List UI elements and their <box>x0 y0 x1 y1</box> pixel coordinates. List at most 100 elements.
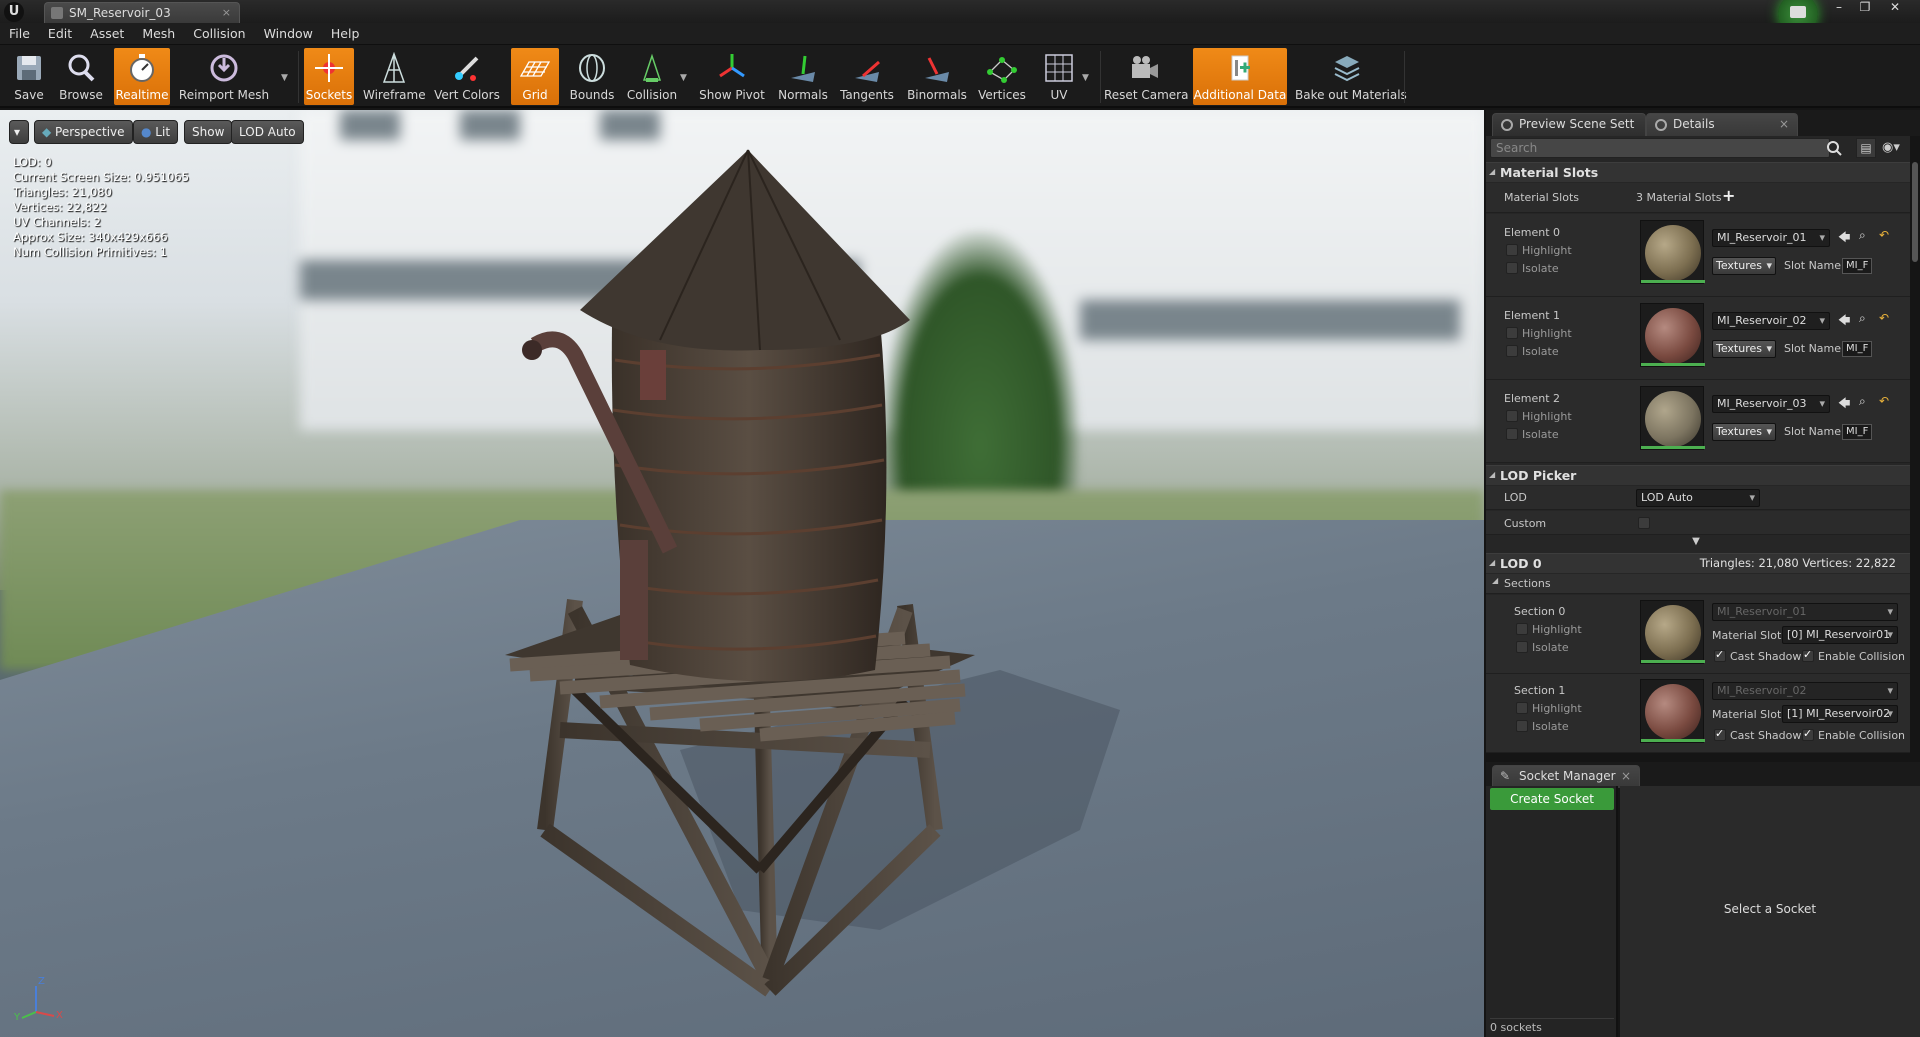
highlight-checkbox[interactable] <box>1506 244 1518 256</box>
normals-button[interactable]: Normals <box>775 48 831 105</box>
lod0-header[interactable]: LOD 0Triangles: 21,080 Vertices: 22,822 <box>1486 553 1910 573</box>
tab-socket-manager[interactable]: ✎ Socket Manager × <box>1492 765 1640 788</box>
highlight-checkbox[interactable] <box>1506 327 1518 339</box>
textures-dropdown[interactable]: Textures <box>1712 423 1776 441</box>
document-tab[interactable]: SM_Reservoir_03 × <box>44 2 240 23</box>
additional-data-button[interactable]: Additional Data <box>1193 48 1287 105</box>
material-thumbnail[interactable] <box>1640 303 1705 367</box>
textures-dropdown[interactable]: Textures <box>1712 340 1776 358</box>
isolate-checkbox[interactable] <box>1506 262 1518 274</box>
show-pivot-button[interactable]: Show Pivot <box>697 48 767 105</box>
material-combo[interactable]: MI_Reservoir_02 <box>1712 312 1830 330</box>
reset-camera-button[interactable]: Reset Camera <box>1104 48 1188 105</box>
search-icon <box>1827 141 1842 156</box>
isolate-checkbox[interactable] <box>1506 345 1518 357</box>
reset-to-default-icon[interactable]: ↶ <box>1879 394 1889 408</box>
section-material-thumbnail[interactable] <box>1640 600 1705 664</box>
bake-out-materials-button[interactable]: Bake out Materials <box>1295 48 1407 105</box>
add-material-slot-button[interactable]: + <box>1722 186 1735 205</box>
highlight-checkbox[interactable] <box>1516 623 1528 635</box>
save-button[interactable]: Save <box>6 48 52 105</box>
sections-header[interactable]: ◢ Sections <box>1486 574 1910 594</box>
isolate-checkbox[interactable] <box>1516 720 1528 732</box>
enable-collision-checkbox[interactable] <box>1802 727 1814 741</box>
menu-mesh[interactable]: Mesh <box>133 23 184 45</box>
use-selected-arrow-icon[interactable]: 🡄 <box>1838 311 1850 332</box>
bounds-button[interactable]: Bounds <box>566 48 618 105</box>
sockets-button[interactable]: Sockets <box>304 48 354 105</box>
menu-asset[interactable]: Asset <box>81 23 133 45</box>
menu-collision[interactable]: Collision <box>184 23 254 45</box>
tab-details[interactable]: Details × <box>1646 113 1798 136</box>
menu-edit[interactable]: Edit <box>39 23 81 45</box>
uv-dropdown-icon[interactable]: ▼ <box>1082 73 1089 83</box>
custom-lod-checkbox[interactable] <box>1638 517 1650 529</box>
realtime-button[interactable]: Realtime <box>114 48 170 105</box>
tab-preview-scene-settings[interactable]: Preview Scene Sett <box>1492 113 1646 136</box>
material-slots-header[interactable]: Material Slots <box>1486 162 1910 182</box>
material-combo[interactable]: MI_Reservoir_03 <box>1712 395 1830 413</box>
use-selected-arrow-icon[interactable]: 🡄 <box>1838 394 1850 415</box>
cast-shadow-checkbox[interactable] <box>1714 648 1726 662</box>
section-material-thumbnail[interactable] <box>1640 679 1705 743</box>
section-material-combo[interactable]: MI_Reservoir_02 <box>1712 682 1898 700</box>
material-combo[interactable]: MI_Reservoir_01 <box>1712 229 1830 247</box>
menu-window[interactable]: Window <box>255 23 322 45</box>
material-thumbnail[interactable] <box>1640 220 1705 284</box>
material-thumbnail[interactable] <box>1640 386 1705 450</box>
reimport-dropdown-icon[interactable]: ▼ <box>281 73 288 83</box>
vertices-button[interactable]: Vertices <box>976 48 1028 105</box>
slot-name-input[interactable]: MI_F <box>1842 424 1872 440</box>
enable-collision-checkbox[interactable] <box>1802 648 1814 662</box>
binormals-button[interactable]: Binormals <box>905 48 969 105</box>
section-material-combo[interactable]: MI_Reservoir_01 <box>1712 603 1898 621</box>
eye-visibility-icon[interactable]: ◉▾ <box>1882 138 1910 158</box>
view-options-icon[interactable]: ▤ <box>1856 138 1876 158</box>
restore-button[interactable]: ❐ <box>1852 0 1878 16</box>
perspective-button[interactable]: ◆ Perspective <box>34 120 133 144</box>
vert-colors-button[interactable]: Vert Colors <box>432 48 502 105</box>
browse-button[interactable]: Browse <box>55 48 107 105</box>
collision-button[interactable]: Collision <box>624 48 680 105</box>
mesh-viewport[interactable]: ▾ ◆ Perspective ● Lit Show LOD Auto LOD:… <box>0 110 1484 1037</box>
close-socket-tab-icon[interactable]: × <box>1621 766 1631 787</box>
isolate-checkbox[interactable] <box>1506 428 1518 440</box>
minimize-button[interactable]: – <box>1826 0 1852 16</box>
lod-picker-header[interactable]: LOD Picker <box>1486 465 1910 485</box>
isolate-checkbox[interactable] <box>1516 641 1528 653</box>
reset-to-default-icon[interactable]: ↶ <box>1879 311 1889 325</box>
cast-shadow-checkbox[interactable] <box>1714 727 1726 741</box>
menu-file[interactable]: File <box>0 23 39 45</box>
browse-magnifier-icon[interactable]: ⌕ <box>1859 311 1866 326</box>
tangents-button[interactable]: Tangents <box>838 48 896 105</box>
wireframe-button[interactable]: Wireframe <box>363 48 426 105</box>
menu-help[interactable]: Help <box>322 23 369 45</box>
browse-magnifier-icon[interactable]: ⌕ <box>1859 394 1866 409</box>
highlight-checkbox[interactable] <box>1516 702 1528 714</box>
show-button[interactable]: Show <box>184 120 233 144</box>
expand-advanced-icon[interactable]: ▼ <box>1686 536 1706 547</box>
close-details-tab-icon[interactable]: × <box>1779 114 1789 135</box>
create-socket-button[interactable]: Create Socket <box>1490 788 1614 810</box>
viewport-options-dropdown[interactable]: ▾ <box>9 120 29 144</box>
lod-combo[interactable]: LOD Auto <box>1636 489 1760 507</box>
highlight-checkbox[interactable] <box>1506 410 1518 422</box>
textures-dropdown[interactable]: Textures <box>1712 257 1776 275</box>
details-search-input[interactable]: Search <box>1490 138 1830 158</box>
close-window-button[interactable]: ✕ <box>1882 0 1908 16</box>
lod-auto-button[interactable]: LOD Auto <box>231 120 304 144</box>
use-selected-arrow-icon[interactable]: 🡄 <box>1838 228 1850 249</box>
slot-name-input[interactable]: MI_F <box>1842 341 1872 357</box>
uv-button[interactable]: UV <box>1036 48 1082 105</box>
material-slot-combo[interactable]: [0] MI_Reservoir01 <box>1782 626 1898 644</box>
browse-magnifier-icon[interactable]: ⌕ <box>1859 228 1866 243</box>
reimport-mesh-button[interactable]: Reimport Mesh <box>178 48 270 105</box>
material-slot-combo[interactable]: [1] MI_Reservoir02 <box>1782 705 1898 723</box>
reset-to-default-icon[interactable]: ↶ <box>1879 228 1889 242</box>
grid-button[interactable]: Grid <box>511 48 559 105</box>
collision-dropdown-icon[interactable]: ▼ <box>680 73 687 83</box>
slot-name-input[interactable]: MI_F <box>1842 258 1872 274</box>
lit-button[interactable]: ● Lit <box>133 120 179 144</box>
close-tab-icon[interactable]: × <box>222 3 231 23</box>
details-scrollbar[interactable] <box>1912 162 1918 262</box>
